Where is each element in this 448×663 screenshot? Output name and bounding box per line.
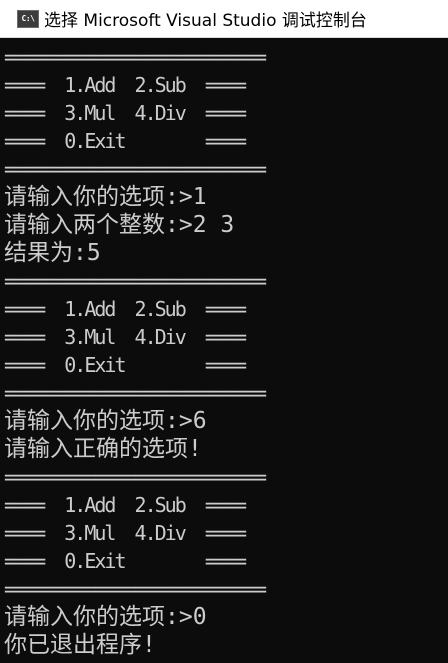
console-line: 请输入两个整数:>2 3 [4, 212, 235, 238]
console-line: ==== 1.Add 2.Sub ==== [4, 297, 247, 321]
console-line: ========================== [4, 465, 267, 489]
title-bar[interactable]: C:\ 选择 Microsoft Visual Studio 调试控制台 [0, 0, 448, 38]
console-line: 结果为:5 [4, 240, 101, 266]
console-line: ========================== [4, 577, 267, 601]
console-line: ========================== [4, 269, 267, 293]
console-icon-glyph: C:\ [21, 13, 35, 23]
console-line: ==== 1.Add 2.Sub ==== [4, 493, 247, 517]
console-line: ========================== [4, 381, 267, 405]
window-title: 选择 Microsoft Visual Studio 调试控制台 [44, 11, 367, 31]
console-line: ==== 3.Mul 4.Div ==== [4, 521, 247, 545]
console-line: ==== 1.Add 2.Sub ==== [4, 73, 247, 97]
console-line: 请输入正确的选项! [4, 436, 202, 462]
console-app-icon: C:\ [17, 9, 39, 28]
console-line: ==== 0.Exit ==== [4, 129, 247, 153]
console-line: 请输入你的选项:>1 [4, 184, 207, 210]
console-line: ==== 0.Exit ==== [4, 549, 247, 573]
console-line: 请输入你的选项:>0 [4, 604, 207, 630]
console-line: 请输入你的选项:>6 [4, 408, 207, 434]
console-output[interactable]: ========================== ==== 1.Add 2.… [0, 43, 448, 663]
console-line: ==== 3.Mul 4.Div ==== [4, 101, 247, 125]
console-line: ==== 3.Mul 4.Div ==== [4, 325, 247, 349]
console-line: ========================== [4, 157, 267, 181]
console-line: ========================== [4, 45, 267, 69]
console-line: ==== 0.Exit ==== [4, 353, 247, 377]
console-line: 你已退出程序! [4, 632, 156, 658]
